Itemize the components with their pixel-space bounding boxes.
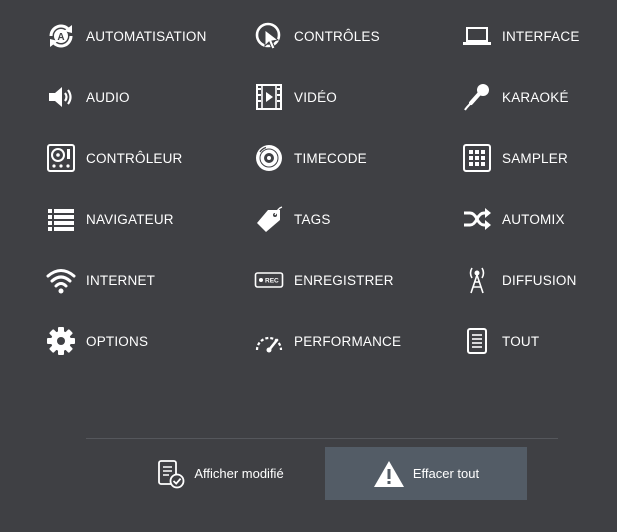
shuffle-icon xyxy=(462,204,492,234)
category-label: AUTOMATISATION xyxy=(86,28,207,44)
category-diffusion[interactable]: DIFFUSION xyxy=(462,260,577,300)
category-label: INTERNET xyxy=(86,272,156,288)
category-label: CONTRÔLES xyxy=(294,28,380,44)
category-label: PERFORMANCE xyxy=(294,333,402,349)
category-navigateur[interactable]: NAVIGATEUR xyxy=(46,199,174,239)
category-label: SAMPLER xyxy=(502,150,568,166)
category-label: TIMECODE xyxy=(294,150,367,166)
broadcast-tower-icon xyxy=(462,265,492,295)
category-tout[interactable]: TOUT xyxy=(462,321,539,361)
automation-icon: A xyxy=(46,21,76,51)
category-label: CONTRÔLEUR xyxy=(86,150,183,166)
category-label: DIFFUSION xyxy=(502,272,577,288)
category-audio[interactable]: AUDIO xyxy=(46,77,130,117)
warning-icon xyxy=(373,459,405,489)
film-icon xyxy=(254,82,284,112)
vinyl-icon xyxy=(254,143,284,173)
sampler-grid-icon xyxy=(462,143,492,173)
category-label: AUTOMIX xyxy=(502,211,565,227)
svg-text:REC: REC xyxy=(265,278,279,285)
category-automix[interactable]: AUTOMIX xyxy=(462,199,565,239)
category-label: AUDIO xyxy=(86,89,130,105)
dj-controller-icon xyxy=(46,143,76,173)
tag-icon xyxy=(254,204,284,234)
category-label: NAVIGATEUR xyxy=(86,211,174,227)
category-label: KARAOKÉ xyxy=(502,89,569,105)
category-controleur[interactable]: CONTRÔLEUR xyxy=(46,138,183,178)
gear-icon xyxy=(46,326,76,356)
category-options[interactable]: OPTIONS xyxy=(46,321,148,361)
settings-category-grid: A AUTOMATISATION CONTRÔLES INTERFACE AUD… xyxy=(0,0,617,380)
microphone-icon xyxy=(462,82,492,112)
category-enregistrer[interactable]: REC ENREGISTRER xyxy=(254,260,394,300)
category-karaoke[interactable]: KARAOKÉ xyxy=(462,77,569,117)
category-interface[interactable]: INTERFACE xyxy=(462,16,580,56)
category-automatisation[interactable]: A AUTOMATISATION xyxy=(46,16,207,56)
category-sampler[interactable]: SAMPLER xyxy=(462,138,568,178)
category-video[interactable]: VIDÉO xyxy=(254,77,337,117)
list-icon xyxy=(46,204,76,234)
show-modified-button[interactable]: Afficher modifié xyxy=(140,447,300,500)
category-performance[interactable]: PERFORMANCE xyxy=(254,321,401,361)
laptop-icon xyxy=(462,21,492,51)
category-label: TAGS xyxy=(294,211,331,227)
category-controles[interactable]: CONTRÔLES xyxy=(254,16,380,56)
category-label: OPTIONS xyxy=(86,333,149,349)
gauge-icon xyxy=(254,326,284,356)
show-modified-label: Afficher modifié xyxy=(194,466,284,481)
category-internet[interactable]: INTERNET xyxy=(46,260,155,300)
category-label: ENREGISTRER xyxy=(294,272,394,288)
controls-icon xyxy=(254,21,284,51)
clear-all-label: Effacer tout xyxy=(412,466,480,481)
document-icon xyxy=(462,326,492,356)
settings-panel: A AUTOMATISATION CONTRÔLES INTERFACE AUD… xyxy=(0,0,617,532)
category-label: VIDÉO xyxy=(294,89,338,105)
footer-divider xyxy=(86,438,558,439)
category-label: INTERFACE xyxy=(502,28,580,44)
document-check-icon xyxy=(156,459,186,489)
category-label: TOUT xyxy=(502,333,540,349)
clear-all-button[interactable]: Effacer tout xyxy=(325,447,527,500)
wifi-icon xyxy=(46,265,76,295)
speaker-icon xyxy=(46,82,76,112)
category-timecode[interactable]: TIMECODE xyxy=(254,138,367,178)
category-tags[interactable]: TAGS xyxy=(254,199,331,239)
svg-text:A: A xyxy=(57,32,64,43)
rec-icon: REC xyxy=(254,265,284,295)
